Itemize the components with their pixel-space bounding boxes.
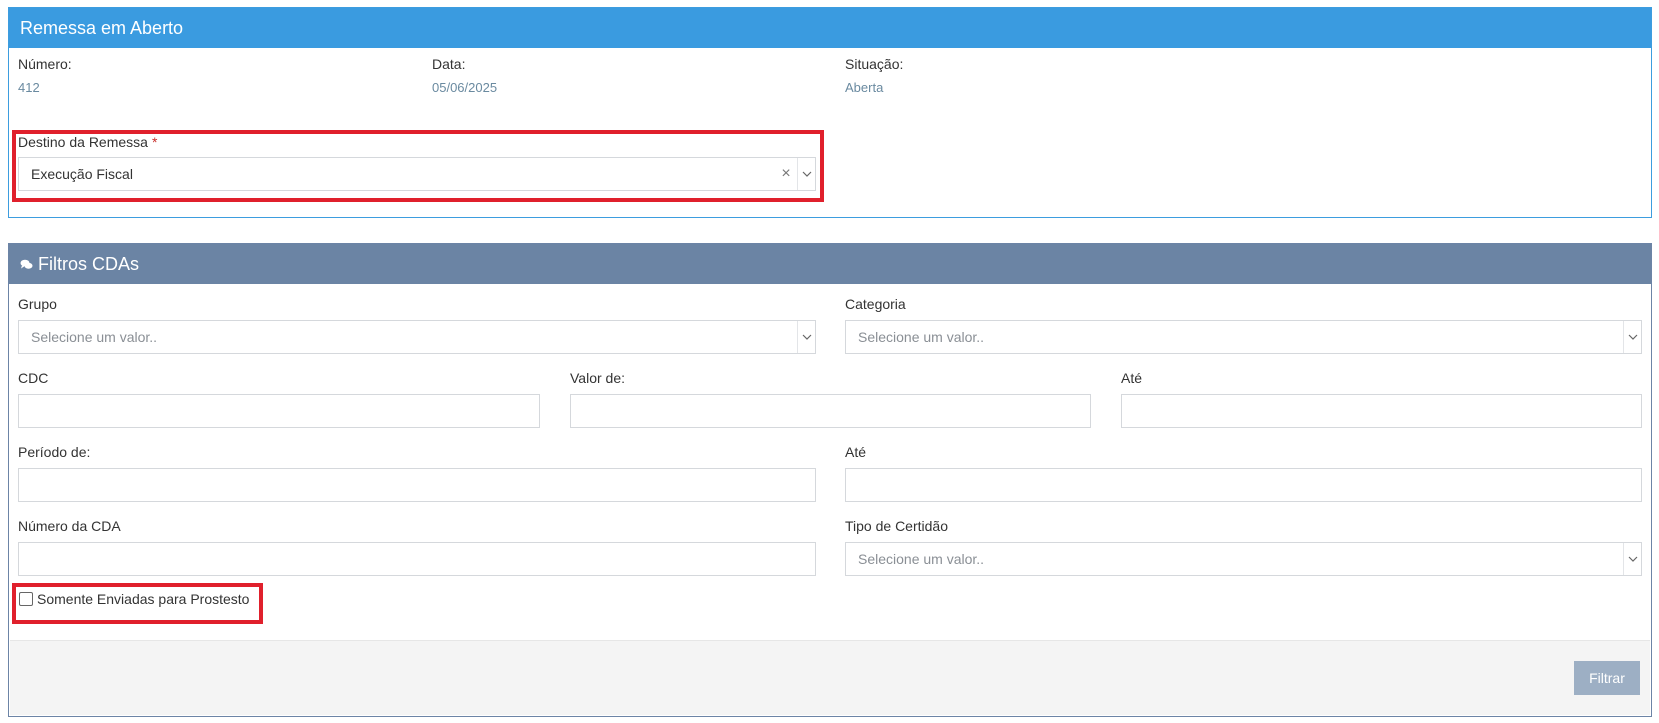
- cdc-input[interactable]: [18, 394, 540, 428]
- numero-cda-input[interactable]: [18, 542, 816, 576]
- tipo-certidao-placeholder: Selecione um valor..: [858, 551, 985, 567]
- chevron-down-icon[interactable]: [797, 158, 815, 190]
- tipo-certidao-select[interactable]: Selecione um valor..: [845, 542, 1642, 576]
- chevron-down-icon[interactable]: [1623, 543, 1641, 575]
- grupo-label: Grupo: [18, 296, 57, 312]
- numero-cda-label: Número da CDA: [18, 518, 121, 534]
- chevron-down-icon[interactable]: [1623, 321, 1641, 353]
- destino-label: Destino da Remessa *: [18, 134, 157, 150]
- close-icon[interactable]: ×: [775, 158, 797, 190]
- valor-ate-label: Até: [1121, 370, 1143, 386]
- grupo-placeholder: Selecione um valor..: [31, 329, 158, 345]
- filtrar-button[interactable]: Filtrar: [1574, 661, 1640, 695]
- required-asterisk: *: [151, 134, 158, 150]
- data-label: Data:: [432, 56, 466, 72]
- grupo-select[interactable]: Selecione um valor..: [18, 320, 816, 354]
- comments-icon: [20, 258, 34, 270]
- filtros-panel-header: Filtros CDAs: [9, 244, 1651, 284]
- cdc-label: CDC: [18, 370, 49, 386]
- filtros-panel-title: Filtros CDAs: [38, 253, 140, 274]
- somente-enviadas-row[interactable]: Somente Enviadas para Prostesto: [19, 591, 249, 607]
- valor-de-label: Valor de:: [570, 370, 625, 386]
- categoria-placeholder: Selecione um valor..: [858, 329, 985, 345]
- periodo-ate-label: Até: [845, 444, 867, 460]
- situacao-value: Aberta: [845, 80, 884, 95]
- valor-ate-input[interactable]: [1121, 394, 1642, 428]
- valor-de-input[interactable]: [570, 394, 1091, 428]
- somente-enviadas-checkbox[interactable]: [19, 592, 33, 606]
- chevron-down-icon[interactable]: [797, 321, 815, 353]
- destino-label-text: Destino da Remessa: [18, 134, 148, 150]
- tipo-certidao-label: Tipo de Certidão: [845, 518, 948, 534]
- categoria-label: Categoria: [845, 296, 906, 312]
- periodo-de-input[interactable]: [18, 468, 816, 502]
- remessa-panel-header: Remessa em Aberto: [9, 8, 1651, 48]
- somente-enviadas-label: Somente Enviadas para Prostesto: [37, 591, 250, 607]
- categoria-select[interactable]: Selecione um valor..: [845, 320, 1642, 354]
- periodo-ate-input[interactable]: [845, 468, 1642, 502]
- numero-value: 412: [18, 80, 40, 95]
- filtros-footer: Filtrar: [10, 640, 1650, 715]
- destino-select[interactable]: Execução Fiscal ×: [18, 157, 816, 191]
- situacao-label: Situação:: [845, 56, 904, 72]
- remessa-panel-title: Remessa em Aberto: [20, 17, 184, 38]
- destino-selected-value: Execução Fiscal: [31, 166, 133, 182]
- data-value: 05/06/2025: [432, 80, 498, 95]
- numero-label: Número:: [18, 56, 72, 72]
- periodo-de-label: Período de:: [18, 444, 91, 460]
